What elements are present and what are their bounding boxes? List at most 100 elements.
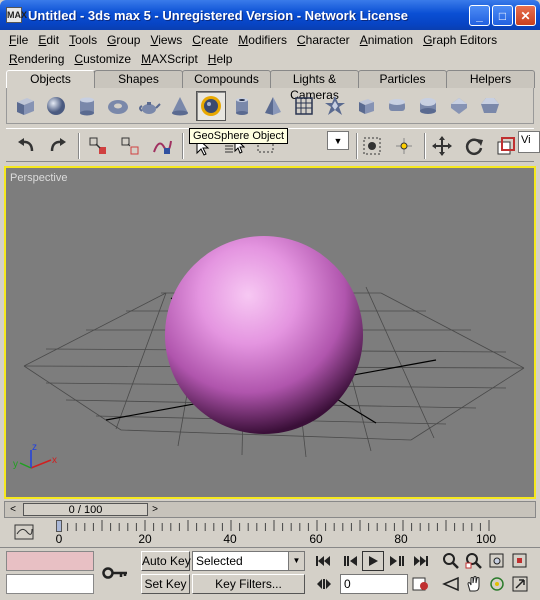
maxscript-listener-mini[interactable] — [6, 574, 94, 594]
menu-help[interactable]: Help — [208, 52, 233, 66]
tube-icon[interactable] — [227, 91, 257, 121]
viewport-scene — [19, 236, 525, 469]
key-filters-button[interactable]: Key Filters... — [192, 574, 305, 594]
time-configuration-icon[interactable] — [410, 574, 432, 594]
menu-graph-editors[interactable]: Graph Editors — [423, 33, 497, 47]
unlink-selection-icon[interactable] — [116, 132, 144, 160]
box-icon[interactable] — [10, 91, 40, 121]
select-and-scale-icon[interactable] — [492, 132, 520, 160]
close-button[interactable]: ✕ — [515, 5, 536, 26]
reference-coordinate-system-dropdown[interactable]: Vi — [518, 131, 540, 153]
status-prompt-area — [6, 551, 94, 571]
tick-label-20: 20 — [138, 532, 152, 546]
geosphere-icon[interactable] — [196, 90, 226, 121]
pyramid-icon[interactable] — [258, 91, 288, 121]
perspective-viewport[interactable]: Perspective x y z — [4, 166, 536, 499]
tick-label-80: 80 — [394, 532, 408, 546]
selection-filter-dropdown[interactable]: ▼ — [327, 131, 349, 150]
undo-icon[interactable] — [12, 132, 40, 160]
menu-file[interactable]: File — [9, 33, 28, 47]
menu-create[interactable]: Create — [192, 33, 228, 47]
menu-edit[interactable]: Edit — [38, 33, 59, 47]
status-bar: Auto Key Set Key Selected ▼ Key Filters.… — [0, 547, 540, 600]
go-to-start-icon[interactable] — [312, 551, 334, 571]
tab-particles[interactable]: Particles — [358, 70, 447, 88]
tab-objects[interactable]: Objects — [6, 70, 95, 88]
tab-shapes[interactable]: Shapes — [94, 70, 183, 88]
window-crossing-icon[interactable] — [358, 132, 386, 160]
tick-label-60: 60 — [309, 532, 323, 546]
select-and-move-icon[interactable] — [428, 132, 456, 160]
menu-character[interactable]: Character — [297, 33, 350, 47]
chamfer-box-icon[interactable] — [351, 91, 381, 121]
key-selection-combo[interactable]: Selected ▼ — [192, 551, 305, 571]
menu-animation[interactable]: Animation — [360, 33, 413, 47]
axis-y-label: y — [13, 459, 18, 470]
timeline-ruler[interactable]: 0 20 40 60 80 100 — [56, 520, 526, 546]
time-slider[interactable]: < 0 / 100 > — [4, 501, 536, 518]
zoom-icon[interactable] — [440, 551, 462, 571]
time-slider-thumb[interactable]: 0 / 100 — [23, 503, 148, 516]
menu-rendering[interactable]: Rendering — [9, 52, 64, 66]
menu-group[interactable]: Group — [107, 33, 140, 47]
object-creation-toolbar — [6, 88, 534, 124]
gengon-icon[interactable] — [475, 91, 505, 121]
field-of-view-icon[interactable] — [440, 574, 462, 594]
hedra-icon[interactable] — [320, 91, 350, 121]
geosphere-object[interactable] — [165, 236, 363, 434]
menu-maxscript[interactable]: MAXScript — [141, 52, 198, 66]
tab-helpers[interactable]: Helpers — [446, 70, 535, 88]
menu-views[interactable]: Views — [150, 33, 182, 47]
bind-to-space-warp-icon[interactable] — [148, 132, 176, 160]
key-mode-toggle-icon[interactable] — [312, 574, 334, 594]
arc-rotate-icon[interactable] — [486, 574, 508, 594]
app-icon[interactable]: MAX — [6, 7, 27, 23]
time-slider-next[interactable]: > — [147, 502, 163, 517]
sphere-icon[interactable] — [41, 91, 71, 121]
command-tabs: Objects Shapes Compounds Lights & Camera… — [6, 70, 535, 102]
time-slider-prev[interactable]: < — [5, 502, 21, 517]
auto-key-button[interactable]: Auto Key — [141, 551, 191, 571]
menu-bar-row-1: File Edit Tools Group Views Create Modif… — [0, 30, 540, 49]
go-to-end-icon[interactable] — [410, 551, 432, 571]
select-and-link-icon[interactable] — [84, 132, 112, 160]
redo-icon[interactable] — [44, 132, 72, 160]
play-animation-icon[interactable] — [362, 551, 384, 571]
tooltip: GeoSphere Object — [189, 128, 289, 144]
menu-customize[interactable]: Customize — [74, 52, 131, 66]
tab-lights-cameras[interactable]: Lights & Cameras — [270, 70, 359, 102]
torus-icon[interactable] — [103, 91, 133, 121]
teapot-icon[interactable] — [134, 91, 164, 121]
minimize-button[interactable]: _ — [469, 5, 490, 26]
zoom-extents-icon[interactable] — [486, 551, 508, 571]
tick-label-100: 100 — [475, 532, 497, 546]
axis-x-label: x — [52, 455, 57, 466]
cone-icon[interactable] — [165, 91, 195, 121]
menu-modifiers[interactable]: Modifiers — [238, 33, 287, 47]
cylinder-icon[interactable] — [72, 91, 102, 121]
zoom-all-icon[interactable] — [463, 551, 485, 571]
select-and-move-pivot-icon[interactable] — [390, 132, 418, 160]
open-mini-curve-editor-icon[interactable] — [12, 522, 42, 542]
menu-tools[interactable]: Tools — [69, 33, 97, 47]
select-and-rotate-icon[interactable] — [460, 132, 488, 160]
tick-label-40: 40 — [223, 532, 237, 546]
plane-icon[interactable] — [289, 91, 319, 121]
track-bar[interactable]: 0 20 40 60 80 100 — [4, 520, 536, 546]
zoom-extents-all-icon[interactable] — [509, 551, 531, 571]
tab-compounds[interactable]: Compounds — [182, 70, 271, 88]
chevron-down-icon[interactable]: ▼ — [288, 552, 304, 570]
axis-z-label: z — [32, 442, 37, 453]
current-frame-field[interactable]: 0 — [340, 574, 408, 594]
set-key-button[interactable]: Set Key — [141, 574, 190, 594]
chamfer-cylinder-icon[interactable] — [382, 91, 412, 121]
maximize-button[interactable]: □ — [492, 5, 513, 26]
maximize-viewport-icon[interactable] — [509, 574, 531, 594]
next-frame-icon[interactable] — [386, 551, 408, 571]
title-bar[interactable]: MAX Untitled - 3ds max 5 - Unregistered … — [0, 0, 540, 30]
previous-frame-icon[interactable] — [339, 551, 361, 571]
oil-tank-icon[interactable] — [413, 91, 443, 121]
set-keys-key-icon[interactable] — [97, 551, 135, 594]
spindle-icon[interactable] — [444, 91, 474, 121]
pan-hand-icon[interactable] — [463, 574, 485, 594]
